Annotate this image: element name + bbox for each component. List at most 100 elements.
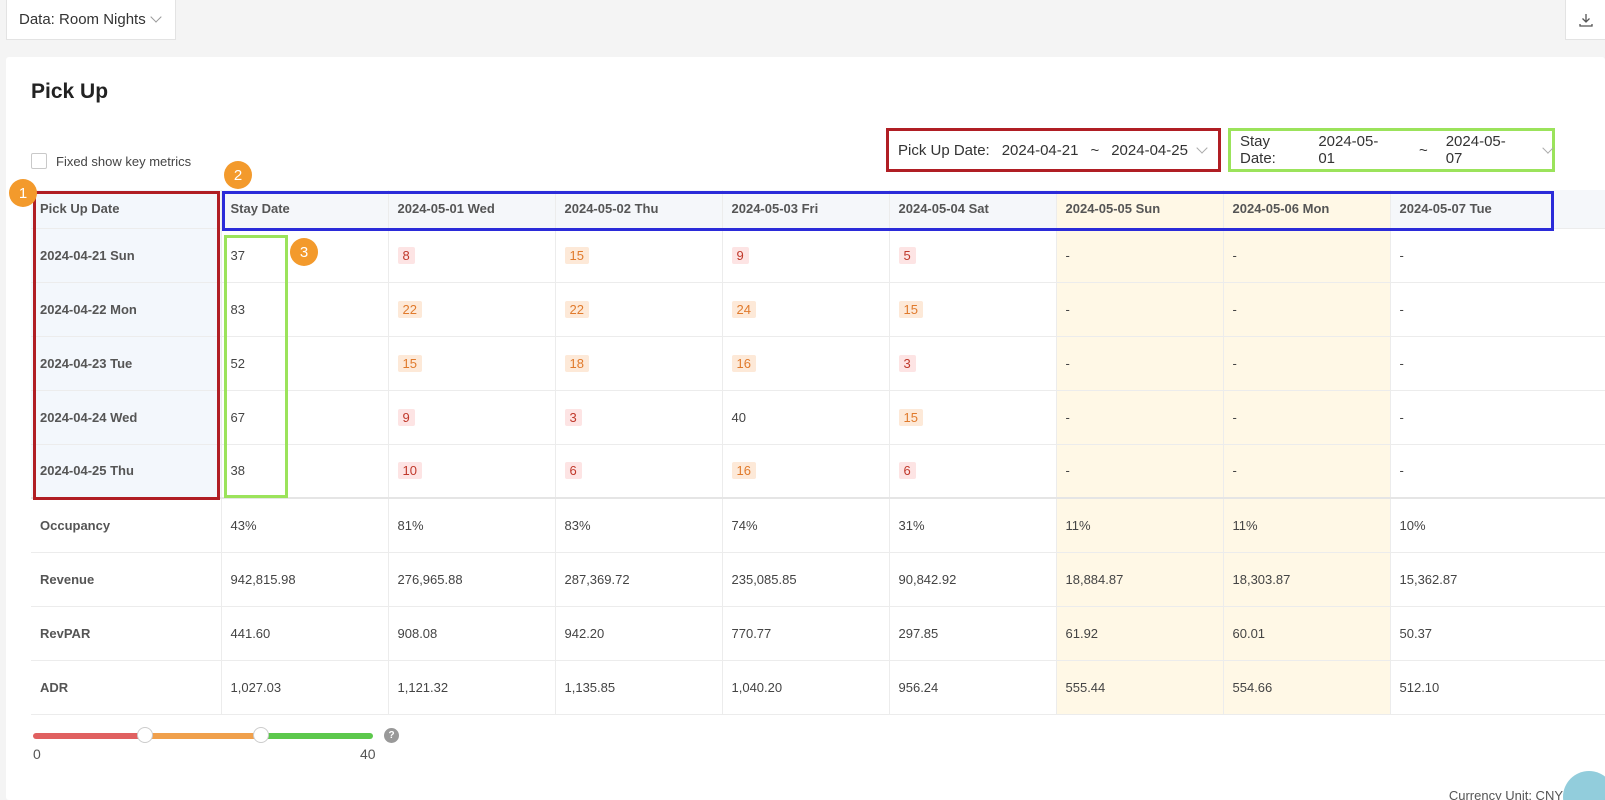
value-chip: - (1232, 355, 1237, 371)
metric-value: 74% (722, 497, 890, 553)
chevron-down-icon (1196, 141, 1208, 154)
metric-value: 10% (1390, 497, 1605, 553)
checkbox-box[interactable] (31, 153, 47, 169)
metric-value: 287,369.72 (555, 552, 723, 607)
metric-value: 276,965.88 (388, 552, 556, 607)
value-chip: 10 (397, 462, 422, 480)
data-type-select[interactable]: Data: Room Nights (6, 0, 176, 40)
value-cell: - (1223, 282, 1391, 337)
value-cell: - (1223, 390, 1391, 445)
value-cell: 22 (555, 282, 723, 337)
value-cell: 9 (388, 390, 556, 445)
checkbox-label: Fixed show key metrics (56, 153, 192, 169)
metric-value: 11% (1223, 497, 1391, 553)
metric-row: RevPAR 441.60 908.08 942.20 770.77 297.85 61.9… (31, 606, 1605, 661)
value-chip: 5 (898, 246, 916, 264)
value-cell: - (1223, 228, 1391, 283)
metric-label: RevPAR (31, 606, 222, 661)
value-cell: - (1390, 336, 1605, 391)
value-chip: - (1065, 247, 1070, 263)
total-cell: 52 (221, 336, 389, 391)
value-chip: - (1065, 301, 1070, 317)
stay-date-end[interactable]: 2024-05-07 (1446, 133, 1519, 167)
metric-value: 31% (889, 497, 1057, 553)
metric-value: 60.01 (1223, 606, 1391, 661)
stay-date-range[interactable]: Stay Date: 2024-05-01 ~ 2024-05-07 (1228, 128, 1555, 172)
metric-value: 942,815.98 (221, 552, 389, 607)
value-chip: 15 (397, 354, 422, 372)
slider-max-label: 40 (360, 746, 376, 762)
metric-value: 554.66 (1223, 660, 1391, 715)
value-chip: - (1232, 301, 1237, 317)
metric-row: ADR 1,027.03 1,121.32 1,135.85 1,040.20 956.2… (31, 660, 1605, 715)
metric-value: 15,362.87 (1390, 552, 1605, 607)
table-row: 2024-04-23 Tue 52 15 18 16 3 - - - (31, 336, 1605, 391)
pickup-date-cell: 2024-04-21 Sun (31, 228, 222, 283)
value-cell: 16 (722, 336, 890, 391)
stay-date-start[interactable]: 2024-05-01 (1318, 133, 1391, 167)
metric-value: 1,135.85 (555, 660, 723, 715)
value-chip: 9 (731, 246, 749, 264)
download-button[interactable] (1565, 0, 1605, 40)
pickup-date-cell: 2024-04-24 Wed (31, 390, 222, 445)
data-type-label: Data: Room Nights (19, 11, 146, 28)
value-cell: 6 (889, 444, 1057, 499)
total-cell: 83 (221, 282, 389, 337)
value-cell: 3 (889, 336, 1057, 391)
value-chip: - (1232, 247, 1237, 263)
column-header: 2024-05-04 Sat (889, 190, 1057, 229)
fixed-key-metrics-checkbox[interactable]: Fixed show key metrics (31, 153, 191, 169)
metric-label: ADR (31, 660, 222, 715)
column-header: 2024-05-05 Sun (1056, 190, 1224, 229)
value-cell: 15 (889, 282, 1057, 337)
value-cell: 3 (555, 390, 723, 445)
value-chip: - (1065, 463, 1070, 479)
value-cell: - (1056, 444, 1224, 499)
metric-label: Occupancy (31, 497, 222, 553)
value-cell: 8 (388, 228, 556, 283)
value-chip: - (1065, 409, 1070, 425)
column-header: 2024-05-06 Mon (1223, 190, 1391, 229)
step-badge-3: 3 (290, 238, 318, 266)
value-cell: 16 (722, 444, 890, 499)
pickup-date-cell: 2024-04-22 Mon (31, 282, 222, 337)
metric-value: 1,121.32 (388, 660, 556, 715)
chat-button[interactable] (1563, 771, 1605, 800)
metric-value: 942.20 (555, 606, 723, 661)
metric-value: 81% (388, 497, 556, 553)
value-chip: - (1399, 301, 1404, 317)
topbar: Data: Room Nights (0, 0, 1605, 44)
pickup-date-range[interactable]: Pick Up Date: 2024-04-21 ~ 2024-04-25 (886, 128, 1221, 172)
value-chip: 9 (397, 408, 415, 426)
value-cell: 15 (388, 336, 556, 391)
step-badge-2: 2 (224, 161, 252, 189)
help-icon[interactable]: ? (384, 728, 399, 743)
metric-value: 512.10 (1390, 660, 1605, 715)
metric-value: 235,085.85 (722, 552, 890, 607)
value-cell: 18 (555, 336, 723, 391)
stay-date-label: Stay Date: (1240, 133, 1276, 167)
value-chip: 6 (898, 462, 916, 480)
value-cell: - (1390, 228, 1605, 283)
value-chip: - (1399, 463, 1404, 479)
metric-value: 43% (221, 497, 389, 553)
metric-value: 770.77 (722, 606, 890, 661)
currency-unit: Currency Unit: CNY (1448, 788, 1563, 800)
chevron-down-icon (1542, 141, 1554, 154)
metric-value: 90,842.92 (889, 552, 1057, 607)
threshold-slider[interactable] (33, 727, 373, 743)
value-chip: 15 (564, 246, 589, 264)
value-chip: - (1399, 247, 1404, 263)
slider-high-handle[interactable] (252, 727, 269, 743)
value-chip: 6 (564, 462, 582, 480)
value-cell: 40 (722, 390, 890, 445)
slider-low-segment (33, 733, 146, 739)
pickup-date-end[interactable]: 2024-04-25 (1111, 142, 1188, 159)
column-header: 2024-05-02 Thu (555, 190, 723, 229)
pickup-date-start[interactable]: 2024-04-21 (1002, 142, 1079, 159)
range-separator: ~ (1090, 141, 1100, 159)
total-cell: 67 (221, 390, 389, 445)
pickup-date-cell: 2024-04-23 Tue (31, 336, 222, 391)
value-chip: 15 (898, 408, 923, 426)
download-icon (1578, 13, 1593, 27)
